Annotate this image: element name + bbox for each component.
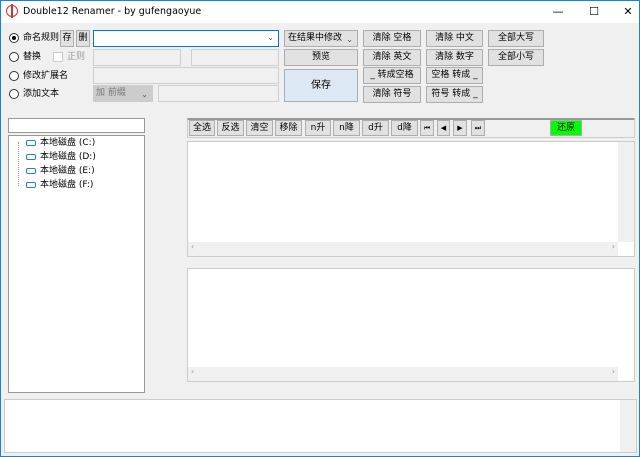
- clear-list-button[interactable]: 清空: [246, 120, 273, 136]
- move-down-icon[interactable]: ▶: [453, 120, 467, 136]
- uppercase-button[interactable]: 全部大写: [488, 30, 544, 47]
- maximize-button[interactable]: ☐: [577, 1, 611, 23]
- path-input[interactable]: [8, 118, 145, 133]
- minimize-button[interactable]: —: [541, 1, 575, 23]
- delete-rule-button[interactable]: 删: [76, 30, 90, 47]
- clear-spaces-button[interactable]: 清除 空格: [363, 30, 421, 47]
- mode-select[interactable]: 在结果中修改 ⌄: [284, 30, 358, 47]
- tree-item-label: 本地磁盘 (D:): [40, 152, 96, 162]
- tree-item-f[interactable]: 本地磁盘 (F:): [26, 179, 93, 192]
- replace-input[interactable]: [191, 49, 279, 66]
- drive-icon: [26, 139, 36, 146]
- space-to-underscore-button[interactable]: 空格 转成 _: [426, 67, 483, 84]
- add-text-input[interactable]: [158, 85, 279, 102]
- move-top-icon[interactable]: ⏮: [420, 120, 434, 136]
- replace-label: 替换: [23, 52, 42, 62]
- clear-chinese-button[interactable]: 清除 中文: [426, 30, 483, 47]
- tree-item-label: 本地磁盘 (F:): [40, 180, 94, 190]
- regex-checkbox[interactable]: [53, 52, 63, 62]
- name-desc-button[interactable]: n降: [333, 120, 360, 136]
- close-button[interactable]: ✕: [611, 1, 640, 23]
- result-list[interactable]: ‹ ›: [187, 268, 635, 382]
- tree-item-e[interactable]: 本地磁盘 (E:): [26, 165, 95, 178]
- find-input[interactable]: [93, 49, 181, 66]
- clear-digits-button[interactable]: 清除 数字: [426, 49, 483, 66]
- window-title: Double12 Renamer - by gufengaoyue: [23, 6, 202, 17]
- restore-button[interactable]: 还原: [550, 120, 582, 136]
- select-all-button[interactable]: 全选: [189, 120, 215, 136]
- add-text-label: 添加文本: [23, 89, 60, 99]
- save-button[interactable]: 保存: [284, 69, 358, 102]
- add-text-radio[interactable]: [9, 89, 19, 99]
- drive-tree[interactable]: 本地磁盘 (C:) 本地磁盘 (D:) 本地磁盘 (E:) 本地磁盘 (F:): [8, 135, 145, 393]
- underscore-to-space-button[interactable]: _ 转成空格: [363, 67, 421, 84]
- name-asc-button[interactable]: n升: [305, 120, 331, 136]
- chevron-down-icon: ⌄: [346, 35, 353, 44]
- tree-item-label: 本地磁盘 (C:): [40, 138, 96, 148]
- naming-rule-label: 命名规则: [23, 33, 60, 43]
- chevron-down-icon: ⌄: [141, 90, 148, 99]
- add-position-value: 加 前缀: [96, 88, 126, 98]
- lowercase-button[interactable]: 全部小写: [488, 49, 544, 66]
- drive-icon: [26, 181, 36, 188]
- change-ext-radio[interactable]: [9, 71, 19, 81]
- rule-combobox[interactable]: ⌄: [93, 30, 279, 47]
- vertical-scrollbar[interactable]: [618, 142, 634, 242]
- invert-selection-button[interactable]: 反选: [217, 120, 244, 136]
- file-list[interactable]: ‹ ›: [187, 141, 635, 257]
- replace-radio[interactable]: [9, 52, 19, 62]
- regex-label: 正则: [67, 52, 86, 62]
- title-bar: Double12 Renamer - by gufengaoyue — ☐ ✕: [1, 1, 639, 23]
- save-rule-button[interactable]: 存: [60, 30, 74, 47]
- app-icon: [6, 4, 18, 18]
- date-desc-button[interactable]: d降: [391, 120, 418, 136]
- naming-rule-radio[interactable]: [9, 33, 19, 43]
- move-up-icon[interactable]: ◀: [437, 120, 450, 136]
- horizontal-scrollbar[interactable]: ‹ ›: [188, 242, 618, 256]
- change-ext-label: 修改扩展名: [23, 71, 69, 81]
- drive-icon: [26, 153, 36, 160]
- clear-symbols-button[interactable]: 清除 符号: [363, 86, 421, 103]
- chevron-down-icon: ⌄: [267, 33, 274, 42]
- tree-item-label: 本地磁盘 (E:): [40, 166, 95, 176]
- mode-select-value: 在结果中修改: [288, 33, 343, 43]
- horizontal-scrollbar[interactable]: ‹ ›: [188, 367, 618, 381]
- tree-item-d[interactable]: 本地磁盘 (D:): [26, 151, 96, 164]
- move-bottom-icon[interactable]: ⏭: [471, 120, 485, 136]
- log-textarea[interactable]: [4, 399, 637, 453]
- tree-line: [18, 142, 19, 186]
- add-position-select[interactable]: 加 前缀 ⌄: [93, 85, 153, 102]
- symbol-to-underscore-button[interactable]: 符号 转成 _: [426, 86, 483, 103]
- extension-input[interactable]: [93, 67, 279, 84]
- tree-item-c[interactable]: 本地磁盘 (C:): [26, 137, 95, 150]
- date-asc-button[interactable]: d升: [362, 120, 389, 136]
- drive-icon: [26, 167, 36, 174]
- remove-button[interactable]: 移除: [275, 120, 302, 136]
- preview-button[interactable]: 预览: [284, 49, 358, 66]
- clear-english-button[interactable]: 清除 英文: [363, 49, 421, 66]
- vertical-scrollbar[interactable]: [620, 400, 636, 452]
